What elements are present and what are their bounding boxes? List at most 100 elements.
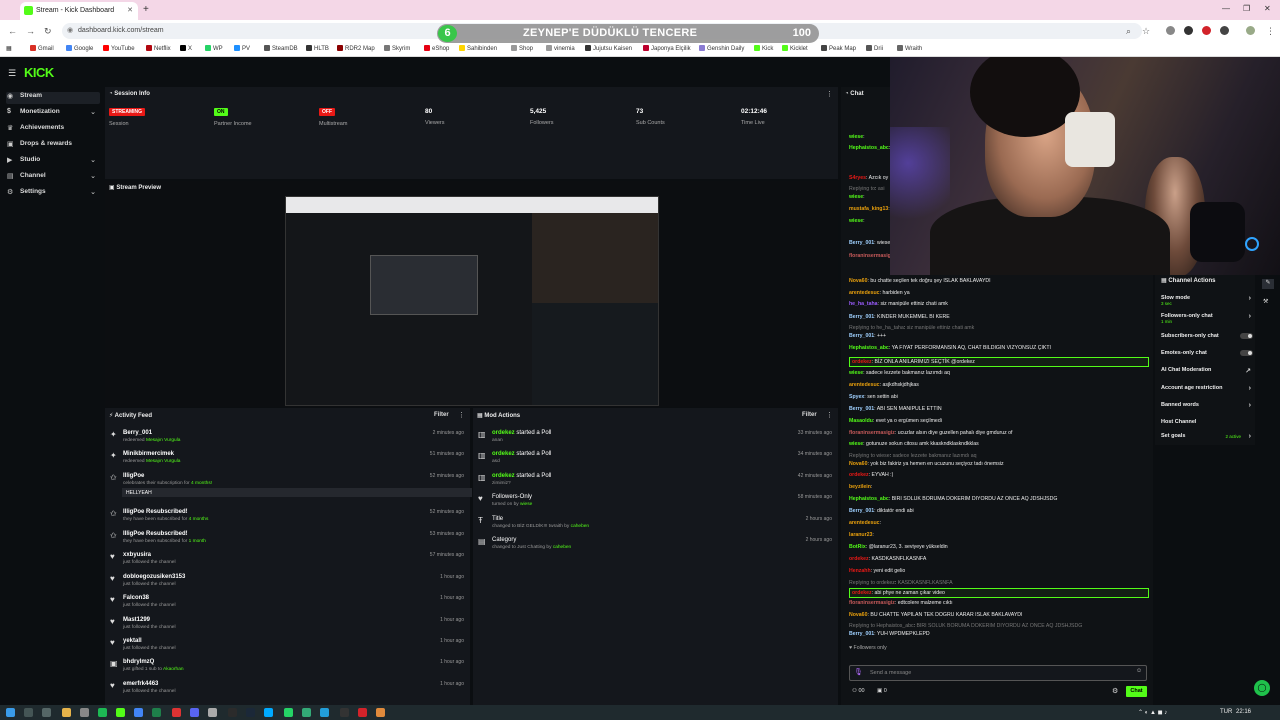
bookmark-google[interactable]: Google — [66, 45, 93, 52]
kick-taskbar-icon[interactable] — [116, 708, 125, 717]
minimize-icon[interactable]: — — [1222, 4, 1230, 13]
bookmark-skyrim[interactable]: Skyrim — [384, 45, 410, 52]
host-channel-setting[interactable]: Host Channel — [1161, 419, 1255, 425]
chat-username[interactable]: ordekez — [852, 590, 872, 596]
chat-username[interactable]: Replying to Hephaistos_abc — [849, 623, 914, 629]
chat-username[interactable]: Masaoldu — [849, 418, 873, 424]
feed-user[interactable]: Mast1299 — [123, 617, 150, 623]
feed-user[interactable]: emerfrk4463 — [123, 681, 158, 687]
excel-icon[interactable] — [152, 708, 161, 717]
chat-username[interactable]: Replying to he_ha_taha — [849, 325, 904, 331]
bookmark-drii[interactable]: Drii — [866, 45, 883, 52]
bookmark-sahibinden[interactable]: Sahibinden — [459, 45, 497, 52]
sidebar-item-stream[interactable]: ◉ Stream — [6, 92, 100, 104]
taskbar-app-icon-3[interactable] — [208, 708, 217, 717]
feed-user[interactable]: xxbyusira — [123, 552, 151, 558]
bookmark-youtube[interactable]: YouTube — [103, 45, 135, 52]
file-explorer-icon[interactable] — [62, 708, 71, 717]
chat-username[interactable]: S4ryes — [849, 175, 866, 181]
subscribers-only-setting[interactable]: Subscribers-only chat — [1161, 333, 1255, 339]
bookmark-peak-map[interactable]: Peak Map — [821, 45, 856, 52]
taskbar-app-icon-4[interactable] — [264, 708, 273, 717]
chat-username[interactable]: ordekez — [849, 556, 869, 562]
browser-tab[interactable]: Stream - Kick Dashboard ✕ — [20, 2, 138, 20]
sidebar-item-settings[interactable]: ⚙ Settings ⌄ — [6, 188, 100, 200]
feed-user[interactable]: bhdrylmzQ — [123, 659, 154, 665]
activity-more-icon[interactable]: ⋮ — [458, 411, 465, 419]
chat-username[interactable]: Berry_001 — [849, 508, 874, 514]
sidebar-item-monetization[interactable]: $ Monetization ⌄ — [6, 108, 100, 120]
chat-username[interactable]: BotRix — [849, 544, 866, 550]
chat-username[interactable]: beyzilein — [849, 484, 871, 490]
bookmark-shop[interactable]: Shop — [511, 45, 533, 52]
extension-puzzle-icon[interactable] — [1184, 26, 1193, 35]
forward-icon[interactable]: → — [26, 26, 35, 36]
extension-menu-icon[interactable] — [1220, 26, 1229, 35]
sidebar-item-achievements[interactable]: ♛ Achievements — [6, 124, 100, 136]
chat-username[interactable]: wiese — [849, 194, 863, 200]
mod-more-icon[interactable]: ⋮ — [826, 411, 833, 419]
slow-mode-setting[interactable]: Slow mode 3 sec › — [1161, 295, 1255, 306]
chat-username[interactable]: Replying to — [849, 186, 875, 192]
stream-preview-video[interactable] — [285, 196, 659, 406]
send-chat-button[interactable]: Chat — [1126, 686, 1147, 697]
chat-username[interactable]: Berry_001 — [849, 240, 874, 246]
bookmark-x[interactable]: X — [180, 45, 192, 52]
feed-user[interactable]: Minikbirmercimek — [123, 451, 174, 457]
new-tab-icon[interactable]: + — [143, 4, 149, 15]
site-info-icon[interactable]: ◉ — [67, 26, 73, 34]
banned-words-setting[interactable]: Banned words › — [1161, 402, 1255, 409]
chat-mic-icon[interactable]: 🎙 — [854, 668, 863, 676]
reload-icon[interactable]: ↻ — [44, 26, 52, 37]
windows-start-icon[interactable] — [6, 708, 15, 717]
bookmark-steamdb[interactable]: SteamDB — [264, 45, 298, 52]
opera-icon[interactable] — [358, 708, 367, 717]
chat-username[interactable]: Henzahh — [849, 568, 871, 574]
ai-moderation-setting[interactable]: AI Chat Moderation ↗ — [1161, 367, 1255, 375]
chat-username[interactable]: laranur23 — [849, 532, 872, 538]
bookmark-genshin-daily[interactable]: Genshin Daily — [699, 45, 744, 52]
chat-username[interactable]: Berry_001 — [849, 314, 874, 320]
taskbar-app-icon-2[interactable] — [172, 708, 181, 717]
back-icon[interactable]: ← — [8, 26, 17, 36]
extension-pen-icon[interactable] — [1166, 26, 1175, 35]
chat-username[interactable]: wiese — [849, 441, 863, 447]
chat-username[interactable]: wiese — [849, 134, 863, 140]
chat-username[interactable]: ordekez — [849, 472, 869, 478]
chat-username[interactable]: Berry_001 — [849, 631, 874, 637]
bookmark-star-icon[interactable]: ☆ — [1142, 26, 1150, 37]
clock[interactable]: 22:16 — [1236, 709, 1251, 715]
chat-username[interactable]: Nova60 — [849, 612, 867, 618]
chat-username[interactable]: floraninsermasigiz — [849, 253, 895, 259]
bookmark-japonya-elcilik[interactable]: Japonya Elçilik — [643, 45, 691, 52]
feed-user[interactable]: IlligPoe — [123, 473, 144, 479]
chrome-icon[interactable] — [134, 708, 143, 717]
set-goals-setting[interactable]: Set goals 2 active › — [1161, 433, 1255, 440]
feed-user[interactable]: Falcon38 — [123, 595, 149, 601]
chat-username[interactable]: arentedesuc — [849, 382, 880, 388]
taskbar-app-icon-5[interactable] — [302, 708, 311, 717]
account-age-setting[interactable]: Account age restriction › — [1161, 385, 1255, 392]
chat-username[interactable]: floraninsermasigiz — [849, 600, 895, 606]
bookmark-rdr2-map[interactable]: RDR2 Map — [337, 45, 375, 52]
chat-username[interactable]: mustafa_king13 — [849, 206, 888, 212]
browser-menu-icon[interactable]: ⋮ — [1266, 26, 1275, 37]
zoom-icon[interactable]: ⌕ — [1126, 26, 1131, 37]
chat-lock-count[interactable]: ▣ 0 — [877, 688, 887, 694]
followers-only-setting[interactable]: Followers-only chat 1 min › — [1161, 313, 1255, 324]
chat-username[interactable]: Nova60 — [849, 278, 867, 284]
chat-username[interactable]: arentedesuc — [849, 290, 880, 296]
maximize-icon[interactable]: ❐ — [1243, 4, 1250, 13]
chat-username[interactable]: Nova60 — [849, 461, 867, 467]
whatsapp-icon[interactable] — [284, 708, 293, 717]
support-chat-icon[interactable]: ◯ — [1254, 680, 1270, 696]
bookmark-wp[interactable]: WP — [205, 45, 223, 52]
chat-username[interactable]: wiese — [849, 218, 863, 224]
apps-grid-icon[interactable]: ▦ — [6, 45, 12, 52]
taskbar-app-icon-6[interactable] — [340, 708, 349, 717]
chat-username[interactable]: Replying to wiese — [849, 453, 890, 459]
feed-user[interactable]: Berry_001 — [123, 430, 152, 436]
taskbar-search-icon[interactable] — [24, 708, 33, 717]
actions-toolbar-icon[interactable]: ⚒ — [1263, 298, 1268, 305]
bookmark-eshop[interactable]: eShop — [424, 45, 449, 52]
